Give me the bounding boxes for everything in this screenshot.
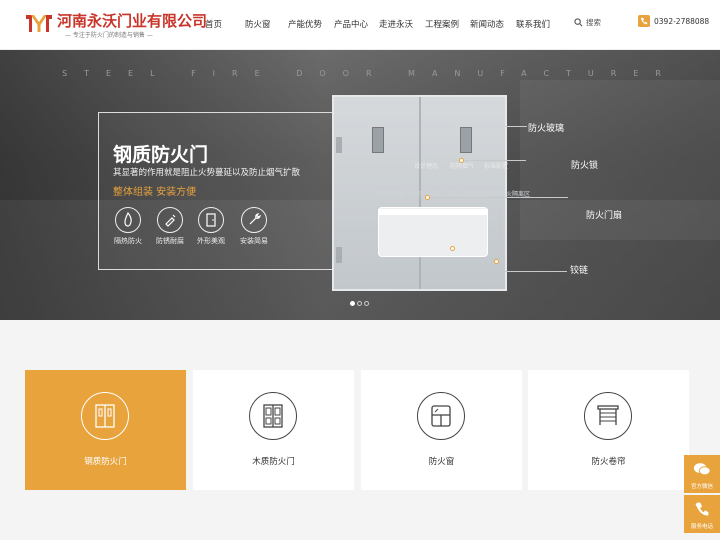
door-tag: 标准配置 xyxy=(484,163,509,170)
wood-door-icon xyxy=(249,392,297,440)
wechat-icon xyxy=(693,463,711,476)
annotation-dot xyxy=(450,246,455,251)
door-hinge xyxy=(336,137,342,153)
banner-tagline: 整体组装 安装方便 xyxy=(113,187,197,198)
banner-description: 其显著的作用就是阻止火势蔓延以及防止烟气扩散 xyxy=(113,168,301,178)
feature-item: 安装简易 xyxy=(234,207,274,246)
category-fire-shutter[interactable]: 防火卷帘 xyxy=(528,370,689,490)
annotation-line xyxy=(500,210,501,270)
shutter-icon xyxy=(584,392,632,440)
slogan-text: 专注于防火门的制造与销售 xyxy=(72,32,145,39)
nav-item-cases[interactable]: 工程案例 xyxy=(425,18,470,30)
annotation-door-leaf: 防火门扇 xyxy=(586,211,623,221)
annotation-line xyxy=(499,271,567,272)
annotation-line xyxy=(464,160,526,161)
annotation-line xyxy=(505,126,527,127)
category-wood-door[interactable]: 木质防火门 xyxy=(193,370,354,490)
category-label: 防火窗 xyxy=(428,457,455,467)
annotation-line xyxy=(430,197,568,198)
logo-mark-icon xyxy=(26,15,52,32)
slide-dot[interactable] xyxy=(357,301,362,306)
nav-item-home[interactable]: 首页 xyxy=(205,18,245,30)
search-icon xyxy=(574,18,583,27)
side-wechat-button[interactable]: 官方微信 xyxy=(684,455,720,493)
annotation-lock: 防火锁 xyxy=(571,161,599,171)
steel-door-icon xyxy=(81,392,129,440)
search-label: 搜索 xyxy=(586,18,601,27)
slider-pagination xyxy=(350,301,371,306)
feature-label: 外形美观 xyxy=(197,237,225,245)
main-nav: 首页 防火窗 产能优势 产品中心 走进永沃 工程案例 新闻动态 联系我们 xyxy=(205,18,560,30)
logo[interactable]: 河南永沃门业有限公司 — 专注于防火门的制造与销售 — xyxy=(25,10,215,40)
feature-item: 防锈耐腐 xyxy=(150,207,190,246)
nav-item-capacity[interactable]: 产能优势 xyxy=(288,18,334,30)
door-glass xyxy=(460,127,472,153)
phone-icon xyxy=(695,502,709,516)
door-image: 设计理念 阻隔烟气 标准配置 应用于商场、住宅、酒店、工业与民用建筑中的防火隔离… xyxy=(332,95,530,291)
category-fire-window[interactable]: 防火窗 xyxy=(361,370,522,490)
slide-dot[interactable] xyxy=(364,301,369,306)
company-slogan: — 专注于防火门的制造与销售 — xyxy=(65,32,153,39)
annotation-glass: 防火玻璃 xyxy=(528,124,565,134)
door-outline-icon xyxy=(198,207,224,233)
nav-item-news[interactable]: 新闻动态 xyxy=(470,18,516,30)
category-label: 钢质防火门 xyxy=(84,457,127,467)
company-name: 河南永沃门业有限公司 xyxy=(57,12,208,30)
spray-icon xyxy=(157,207,183,233)
hotline[interactable]: 0392-2788088 xyxy=(638,15,709,27)
nav-item-fire-window[interactable]: 防火窗 xyxy=(245,18,288,30)
hero-banner[interactable]: STEEL FIRE DOOR MANUFACTURER 钢质防火门 其显著的作… xyxy=(0,50,720,320)
category-steel-door[interactable]: 钢质防火门 xyxy=(25,370,186,490)
banner-subtitle-en: STEEL FIRE DOOR MANUFACTURER xyxy=(62,69,678,78)
nav-item-about[interactable]: 走进永沃 xyxy=(379,18,425,30)
side-phone-label: 服务电话 xyxy=(690,524,713,530)
banner-title: 钢质防火门 xyxy=(113,144,209,166)
flame-icon xyxy=(115,207,141,233)
door-push-bar-top xyxy=(378,209,488,215)
nav-item-contact[interactable]: 联系我们 xyxy=(516,18,560,30)
wrench-icon xyxy=(241,207,267,233)
feature-item: 外形美观 xyxy=(191,207,231,246)
phone-badge-icon xyxy=(638,15,650,27)
annotation-hinge: 铰链 xyxy=(570,266,589,276)
hotline-number: 0392-2788088 xyxy=(654,16,710,26)
category-label: 防火卷帘 xyxy=(591,457,626,467)
side-phone-button[interactable]: 服务电话 xyxy=(684,495,720,533)
nav-item-products[interactable]: 产品中心 xyxy=(334,18,379,30)
annotation-dot xyxy=(494,259,499,264)
product-categories: 钢质防火门 木质防火门 防火窗 防火卷帘 xyxy=(25,370,689,490)
search-button[interactable]: 搜索 xyxy=(574,17,601,28)
side-wechat-label: 官方微信 xyxy=(690,484,713,490)
category-label: 木质防火门 xyxy=(252,457,295,467)
door-tag: 设计理念 xyxy=(414,163,439,170)
feature-label: 隔热防火 xyxy=(114,237,142,245)
feature-label: 安装简易 xyxy=(240,237,268,245)
site-header: 河南永沃门业有限公司 — 专注于防火门的制造与销售 — 首页 防火窗 产能优势 … xyxy=(0,0,720,50)
slide-dot-active[interactable] xyxy=(350,301,355,306)
window-icon xyxy=(417,392,465,440)
door-hinge xyxy=(336,247,342,263)
feature-item: 隔热防火 xyxy=(108,207,148,246)
feature-label: 防锈耐腐 xyxy=(156,237,184,245)
door-glass xyxy=(372,127,384,153)
